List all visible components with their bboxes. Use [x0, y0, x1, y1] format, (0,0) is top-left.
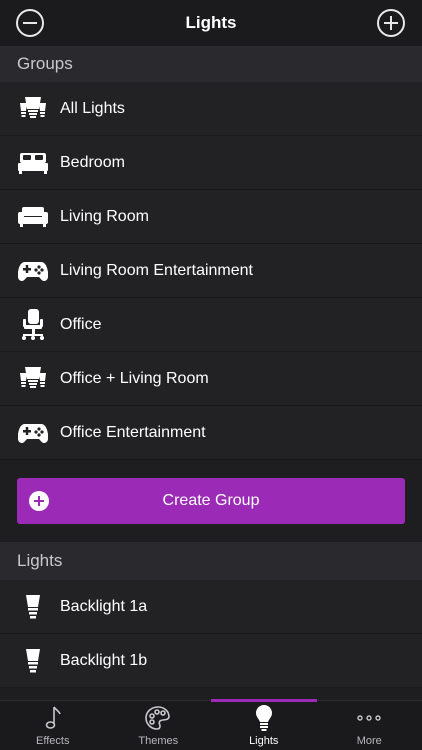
ellipsis-icon	[354, 704, 384, 732]
tab-themes[interactable]: Themes	[106, 701, 212, 750]
palette-icon	[143, 704, 173, 732]
group-label: Living Room	[60, 207, 149, 225]
create-group-button[interactable]: Create Group	[17, 478, 405, 524]
group-row-all-lights[interactable]: All Lights	[0, 82, 422, 136]
group-row-office-living-room[interactable]: Office + Living Room	[0, 352, 422, 406]
section-header-groups: Groups	[0, 46, 422, 82]
tab-effects[interactable]: Effects	[0, 701, 106, 750]
group-row-office[interactable]: Office	[0, 298, 422, 352]
light-label: Backlight 1b	[60, 651, 148, 669]
bulb-icon	[18, 646, 48, 676]
add-icon[interactable]	[377, 9, 405, 37]
group-label: Office + Living Room	[60, 369, 209, 387]
bulb-icon	[18, 592, 48, 622]
music-note-icon	[38, 704, 68, 732]
nav-bar: Lights	[0, 0, 422, 46]
light-label: Backlight 1a	[60, 597, 148, 615]
plus-circle-icon	[29, 491, 49, 511]
office-chair-icon	[18, 308, 48, 340]
bulbs-icon	[18, 364, 48, 394]
bulbs-icon	[18, 94, 48, 124]
bed-icon	[18, 148, 48, 178]
group-label: All Lights	[60, 99, 125, 117]
remove-icon[interactable]	[16, 9, 44, 37]
section-header-lights: Lights	[0, 542, 422, 580]
tab-lights[interactable]: Lights	[211, 699, 317, 750]
create-group-label: Create Group	[162, 492, 260, 509]
group-row-living-room-entertainment[interactable]: Living Room Entertainment	[0, 244, 422, 298]
tab-label: Effects	[36, 735, 70, 747]
light-row-backlight-1a[interactable]: Backlight 1a	[0, 580, 422, 634]
page-title: Lights	[185, 13, 237, 32]
group-row-office-entertainment[interactable]: Office Entertainment	[0, 406, 422, 460]
group-label: Bedroom	[60, 153, 125, 171]
tab-label: More	[356, 735, 382, 747]
lightbulb-icon	[249, 704, 279, 732]
tab-more[interactable]: More	[317, 701, 422, 750]
gamepad-icon	[18, 256, 48, 286]
light-row-backlight-1b[interactable]: Backlight 1b	[0, 634, 422, 688]
tab-label: Themes	[138, 735, 179, 747]
group-label: Office Entertainment	[60, 423, 206, 441]
gamepad-icon	[18, 418, 48, 448]
group-label: Office	[60, 315, 102, 333]
group-label: Living Room Entertainment	[60, 261, 253, 279]
tab-bar: Effects Themes Lights More	[0, 699, 422, 750]
tab-label: Lights	[249, 735, 279, 747]
group-row-bedroom[interactable]: Bedroom	[0, 136, 422, 190]
sofa-icon	[18, 202, 48, 232]
group-row-living-room[interactable]: Living Room	[0, 190, 422, 244]
